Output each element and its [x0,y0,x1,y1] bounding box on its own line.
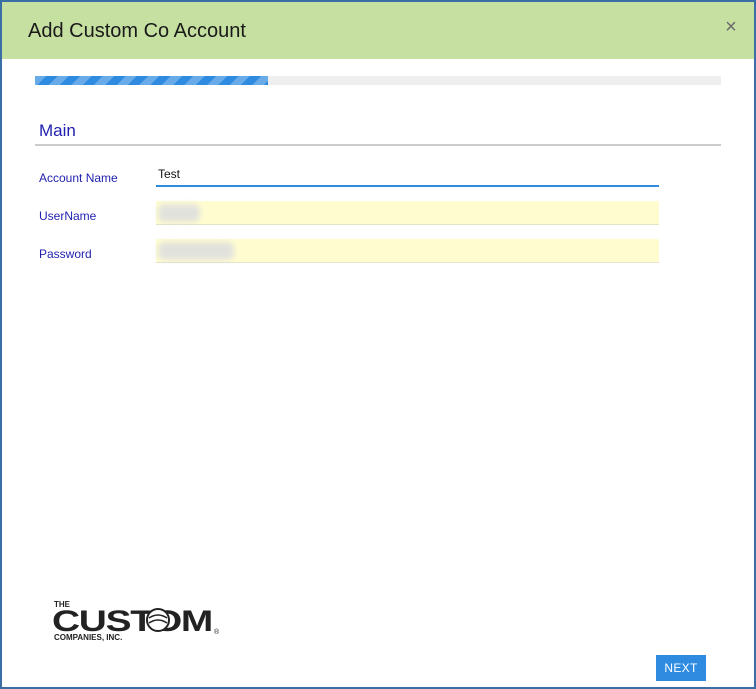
account-name-input[interactable] [156,163,659,187]
close-icon[interactable]: × [720,16,742,38]
progress-bar-fill [35,76,269,85]
username-input[interactable] [156,201,659,225]
section-divider [35,144,721,146]
logo-registered-mark: ® [214,628,220,636]
dialog-title: Add Custom Co Account [28,20,246,42]
progress-bar [35,76,721,85]
logo-line3: COMPANIES, INC. [54,633,122,642]
username-redaction [158,204,200,222]
password-label: Password [39,247,92,261]
add-account-dialog: Add Custom Co Account × Main Account Nam… [0,0,756,689]
password-redaction [158,242,234,260]
username-label: UserName [39,209,97,223]
dialog-header: Add Custom Co Account × [2,2,754,59]
account-name-label: Account Name [39,171,118,185]
custom-companies-logo: THE CUSTOM COMPANIES, INC. ® [52,600,220,642]
next-button[interactable]: NEXT [656,655,706,681]
section-title: Main [39,121,76,140]
